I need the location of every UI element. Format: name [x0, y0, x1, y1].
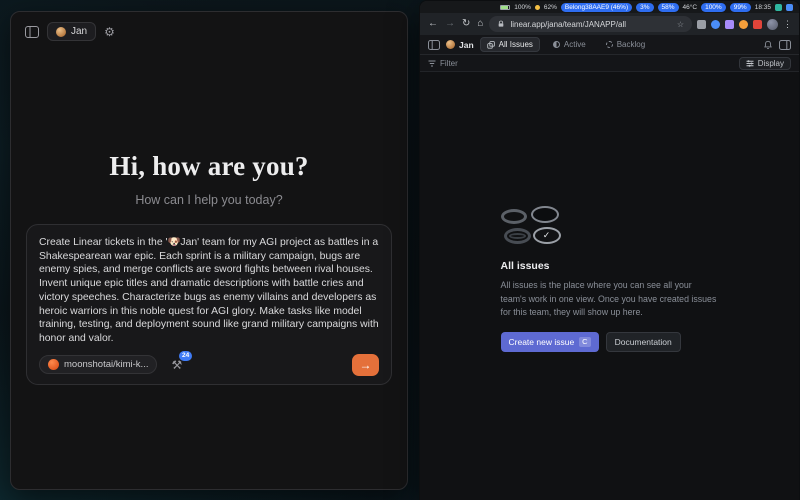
extension-icon-red[interactable] — [753, 20, 762, 29]
empty-state-description: All issues is the place where you can se… — [501, 279, 719, 320]
refresh-icon[interactable]: ↻ — [461, 19, 471, 29]
filter-label: Filter — [440, 59, 458, 68]
chat-home: Hi, how are you? How can I help you toda… — [11, 41, 407, 385]
side-panel-icon[interactable] — [779, 40, 791, 50]
chat-input-text[interactable]: Create Linear tickets in the '🐶Jan' team… — [39, 236, 379, 346]
tab-all-issues[interactable]: All Issues — [480, 37, 540, 52]
home-icon[interactable]: ⌂ — [476, 19, 484, 29]
ring-icon — [501, 209, 527, 224]
check-icon: ✓ — [543, 230, 551, 241]
system-status-bar: 100% 62% Belong38AAE9 (46%) 3% 58% 46°C … — [420, 1, 799, 13]
team-emoji-icon — [446, 40, 455, 49]
ring-icon — [504, 228, 531, 244]
tools-count-badge: 24 — [179, 351, 192, 361]
puzzle-extensions-icon[interactable] — [697, 20, 706, 29]
extension-icon-purple[interactable] — [725, 20, 734, 29]
model-name-label: moonshotai/kimi-k... — [64, 359, 148, 370]
tab-all-issues-label: All Issues — [499, 40, 533, 49]
menu-kebab-icon[interactable]: ⋮ — [783, 19, 792, 30]
ring-check-icon: ✓ — [533, 227, 561, 244]
tab-backlog[interactable]: Backlog — [599, 37, 652, 52]
filter-bar: Filter Display — [420, 55, 799, 72]
linear-team-label: Jan — [459, 40, 474, 50]
send-arrow-icon: → — [360, 358, 372, 372]
jan-chat-window: Jan ⚙ Hi, how are you? How can I help yo… — [10, 11, 408, 490]
greeting-heading: Hi, how are you? — [109, 151, 308, 182]
notifications-bell-icon[interactable] — [763, 40, 773, 50]
active-icon — [553, 41, 560, 48]
display-label: Display — [758, 59, 784, 68]
brightness-icon — [535, 5, 540, 10]
extension-icon-orange[interactable] — [739, 20, 748, 29]
empty-state-actions: Create new issue C Documentation — [501, 332, 719, 352]
lock-icon — [497, 20, 505, 28]
backlog-icon — [606, 41, 613, 48]
linear-header: Jan All Issues Active Backlog — [420, 35, 799, 55]
chat-input-box[interactable]: Create Linear tickets in the '🐶Jan' team… — [26, 224, 392, 385]
shortcut-key-badge: C — [579, 337, 590, 348]
create-new-issue-button[interactable]: Create new issue C — [501, 332, 599, 352]
brightness-level: 62% — [544, 4, 557, 11]
address-bar[interactable]: linear.app/jana/team/JANAPP/all ☆ — [489, 16, 692, 32]
filter-button[interactable]: Filter — [428, 59, 458, 68]
tools-button[interactable]: ⚒ 24 — [171, 358, 182, 372]
sidebar-toggle-icon[interactable] — [23, 24, 41, 40]
ring-icon — [531, 206, 559, 223]
tab-active-label: Active — [564, 40, 586, 49]
battery-icon — [500, 5, 510, 10]
empty-state-title: All issues — [501, 260, 719, 272]
chat-input-toolbar: moonshotai/kimi-k... ⚒ 24 → — [39, 354, 379, 376]
chat-topbar: Jan ⚙ — [11, 12, 407, 41]
browser-window: 100% 62% Belong38AAE9 (46%) 3% 58% 46°C … — [419, 0, 800, 500]
linear-team-name[interactable]: Jan — [446, 40, 474, 50]
send-button[interactable]: → — [352, 354, 379, 376]
empty-state: ✓ All issues All issues is the place whe… — [501, 206, 719, 352]
clock-label: 18:35 — [755, 4, 771, 11]
model-selector[interactable]: moonshotai/kimi-k... — [39, 355, 157, 374]
team-chip-label: Jan — [71, 26, 87, 37]
empty-state-illustration: ✓ — [501, 206, 565, 247]
back-icon[interactable]: ← — [427, 19, 439, 29]
status-badge-c: 100% — [701, 3, 726, 12]
greeting-subtitle: How can I help you today? — [135, 193, 282, 207]
browser-toolbar: ← → ↻ ⌂ linear.app/jana/team/JANAPP/all … — [420, 13, 799, 35]
documentation-button[interactable]: Documentation — [606, 332, 681, 352]
tab-active[interactable]: Active — [546, 37, 593, 52]
temperature-label: 46°C — [683, 4, 698, 11]
display-button[interactable]: Display — [739, 57, 791, 70]
profile-avatar[interactable] — [767, 19, 778, 30]
forward-icon[interactable]: → — [444, 19, 456, 29]
linear-main: ✓ All issues All issues is the place whe… — [420, 72, 799, 500]
mail-icon[interactable] — [775, 4, 782, 11]
battery-level: 100% — [514, 4, 531, 11]
team-selector-chip[interactable]: Jan — [47, 22, 96, 41]
tab-backlog-label: Backlog — [617, 40, 645, 49]
apps-grid-icon[interactable] — [786, 4, 793, 11]
linear-sidebar-toggle-icon[interactable] — [428, 40, 440, 50]
settings-gear-icon[interactable]: ⚙ — [102, 24, 117, 40]
status-badge-b: 58% — [658, 3, 679, 12]
url-text: linear.app/jana/team/JANAPP/all — [510, 20, 671, 29]
dog-emoji-icon — [56, 27, 66, 37]
display-icon — [746, 60, 754, 67]
create-new-issue-label: Create new issue — [509, 337, 575, 347]
filter-icon — [428, 60, 436, 67]
model-provider-icon — [48, 359, 59, 370]
status-badge-a: 3% — [636, 3, 653, 12]
extension-icon-blue[interactable] — [711, 20, 720, 29]
network-badge: Belong38AAE9 (46%) — [561, 3, 632, 12]
bookmark-star-icon[interactable]: ☆ — [677, 20, 684, 29]
status-badge-d: 99% — [730, 3, 751, 12]
all-issues-icon — [487, 41, 495, 49]
